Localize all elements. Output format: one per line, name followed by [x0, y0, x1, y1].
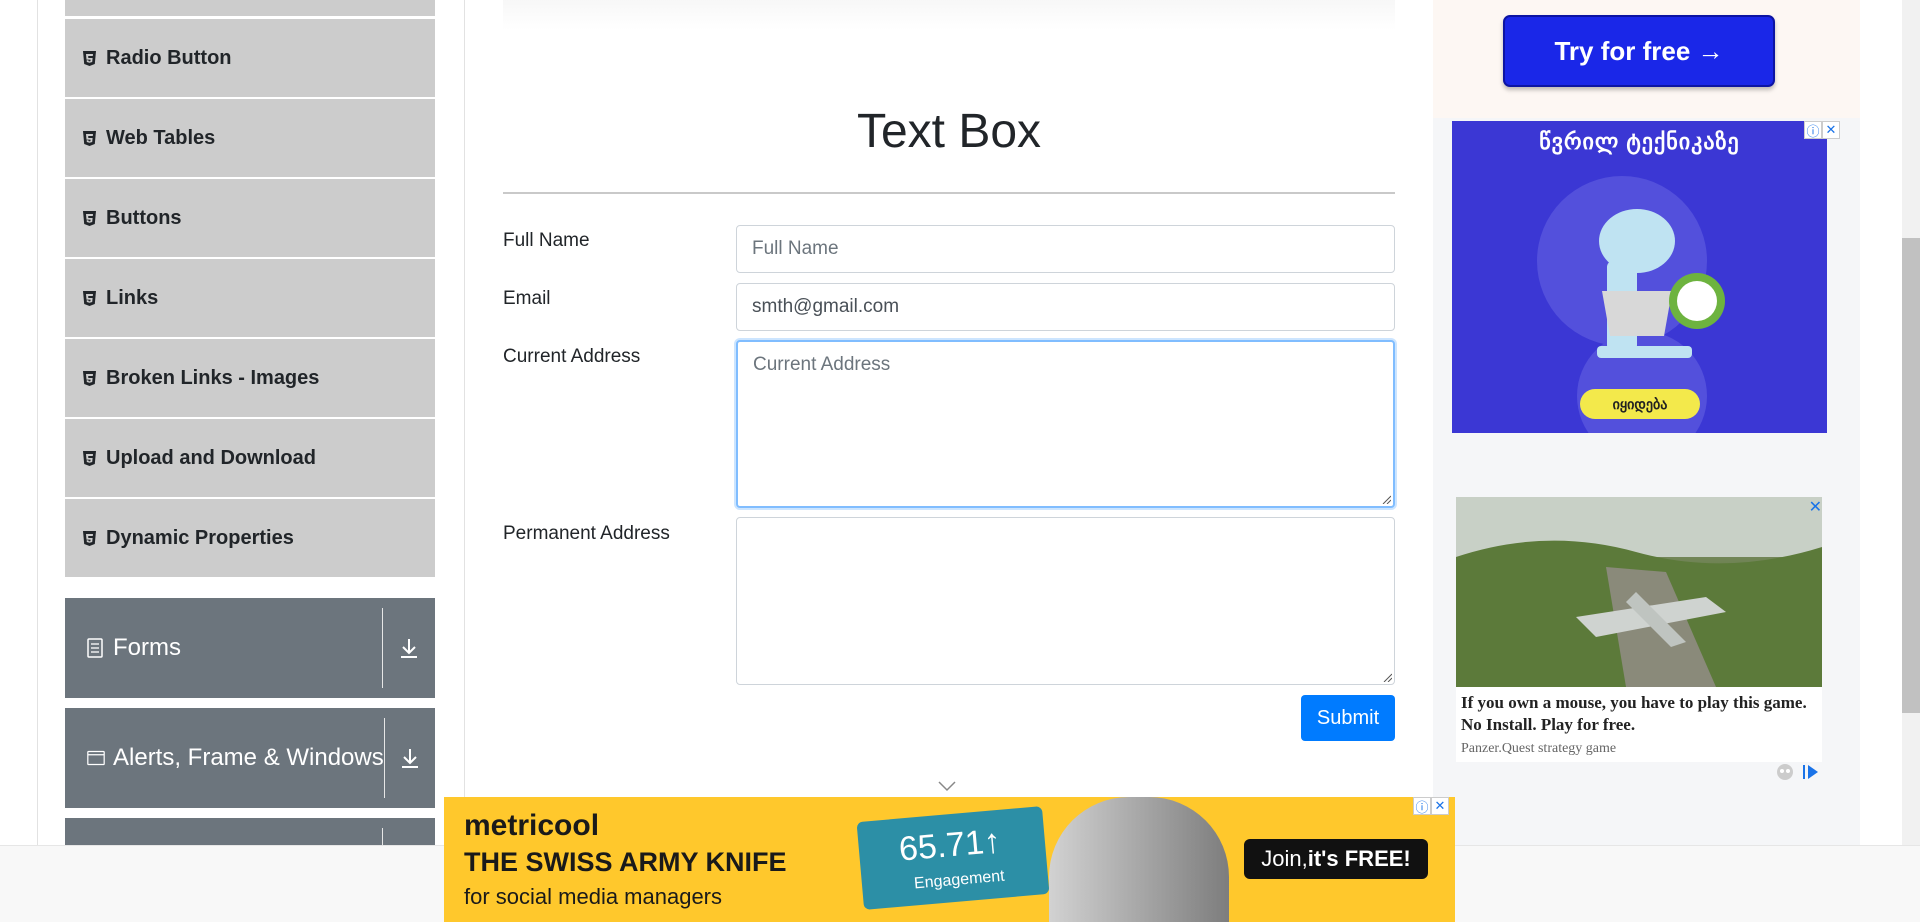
sidebar-item-partial[interactable]: [65, 0, 435, 16]
airplane-scene-image: [1456, 497, 1822, 687]
full-name-input[interactable]: Full Name: [736, 225, 1395, 273]
sidebar-item-label: Broken Links - Images: [106, 366, 320, 389]
ad-georgian-button[interactable]: იყიდება: [1580, 389, 1700, 419]
html5-icon: [83, 50, 96, 66]
download-icon[interactable]: [385, 708, 435, 808]
ad-video-headline: If you own a mouse, you have to play thi…: [1461, 693, 1807, 734]
ad-marks: ⓘ ✕: [1804, 121, 1860, 139]
permanent-address-label: Permanent Address: [503, 523, 670, 544]
ad-georgian[interactable]: წვრილ ტექნიკაზე იყიდება: [1452, 121, 1827, 433]
current-address-placeholder: Current Address: [753, 354, 891, 375]
group-header-alerts[interactable]: Alerts, Frame & Windows: [65, 708, 435, 808]
faded-header-remnant: [503, 0, 1395, 30]
left-border: [37, 0, 38, 845]
sidebar-item-dynamic-properties[interactable]: Dynamic Properties: [65, 499, 435, 577]
download-icon[interactable]: [383, 598, 435, 698]
html5-icon: [83, 130, 96, 146]
group-label: Alerts, Frame & Windows: [113, 744, 384, 771]
sidebar-item-web-tables[interactable]: Web Tables: [65, 99, 435, 177]
page: Radio Button Web Tables Buttons Links Br…: [0, 0, 1920, 922]
ad-info-icon[interactable]: ⓘ: [1804, 121, 1822, 139]
ad-georgian-title: წვრილ ტექნიკაზე: [1539, 129, 1740, 154]
current-address-label: Current Address: [503, 346, 641, 367]
submit-button[interactable]: Submit: [1301, 695, 1395, 741]
title-divider: [503, 192, 1395, 194]
ad-column: Try for free → წვრილ ტექნიკაზე იყიდება ⓘ…: [1433, 0, 1860, 845]
ad-video-footer: [1775, 762, 1821, 782]
close-icon[interactable]: ✕: [1431, 797, 1449, 815]
sidebar-item-upload-download[interactable]: Upload and Download: [65, 419, 435, 497]
ad-video[interactable]: ✕ If you own a mouse, you have to play t…: [1456, 497, 1822, 762]
try-for-free-button[interactable]: Try for free →: [1503, 15, 1775, 87]
full-name-label: Full Name: [503, 230, 590, 251]
sidebar-item-label: Dynamic Properties: [106, 526, 294, 549]
ad-choices-icon[interactable]: [1775, 762, 1795, 782]
mixer-image: [1597, 209, 1725, 358]
ad-bottom-banner[interactable]: metricool THE SWISS ARMY KNIFE for socia…: [444, 797, 1455, 922]
sidebar-item-label: Links: [106, 286, 159, 309]
sidebar-item-radio-button[interactable]: Radio Button: [65, 19, 435, 97]
email-value: smth@gmail.com: [752, 296, 900, 317]
permanent-address-textarea[interactable]: [736, 517, 1395, 685]
join-bold: it's FREE!: [1307, 846, 1411, 871]
html5-icon: [83, 450, 96, 466]
ad-subline: for social media managers: [464, 884, 723, 909]
ad-bottom-marks: ⓘ ✕: [1413, 797, 1449, 815]
chevron-down-icon[interactable]: [937, 780, 957, 792]
group-label: Forms: [113, 634, 181, 661]
resize-grip-icon[interactable]: [1381, 494, 1391, 504]
full-name-placeholder: Full Name: [752, 238, 839, 259]
page-title: Text Box: [856, 105, 1042, 158]
ad-brand: metricool: [464, 809, 600, 842]
video-thumbnail[interactable]: [1456, 497, 1822, 687]
html5-icon: [83, 210, 96, 226]
sidebar-item-broken-links[interactable]: Broken Links - Images: [65, 339, 435, 417]
sidebar-item-label: Radio Button: [106, 46, 232, 69]
engagement-value: 65.71↑: [897, 821, 1003, 869]
sidebar-item-buttons[interactable]: Buttons: [65, 179, 435, 257]
ad-info-icon[interactable]: ⓘ: [1413, 797, 1431, 815]
ad-video-source: Panzer.Quest strategy game: [1461, 741, 1617, 756]
person-with-binoculars-image: [1049, 797, 1229, 922]
ad-play-icon[interactable]: [1801, 762, 1821, 782]
ad-headline: THE SWISS ARMY KNIFE: [464, 847, 787, 877]
join-prefix: Join,: [1261, 846, 1308, 871]
html5-icon: [83, 290, 96, 306]
current-address-textarea[interactable]: Current Address: [736, 340, 1395, 508]
email-label: Email: [503, 288, 551, 309]
resize-grip-icon[interactable]: [1382, 672, 1392, 682]
scrollbar-thumb[interactable]: [1902, 238, 1920, 713]
sidebar-item-label: Web Tables: [106, 126, 216, 149]
form-icon: [87, 638, 105, 658]
html5-icon: [83, 370, 96, 386]
sidebar-item-label: Buttons: [106, 206, 182, 229]
engagement-card: 65.71↑ Engagement: [856, 806, 1050, 910]
email-input[interactable]: smth@gmail.com: [736, 283, 1395, 331]
engagement-label: Engagement: [913, 867, 1006, 893]
sidebar-item-label: Upload and Download: [106, 446, 316, 469]
close-icon[interactable]: ✕: [1809, 497, 1822, 517]
html5-icon: [83, 530, 96, 546]
join-button[interactable]: Join, it's FREE!: [1244, 839, 1428, 879]
close-icon[interactable]: ✕: [1822, 121, 1840, 139]
content-border: [464, 0, 465, 845]
ad-banner-top: Try for free →: [1433, 0, 1860, 118]
window-icon: [87, 748, 105, 768]
sidebar-item-links[interactable]: Links: [65, 259, 435, 337]
group-header-forms[interactable]: Forms: [65, 598, 435, 698]
